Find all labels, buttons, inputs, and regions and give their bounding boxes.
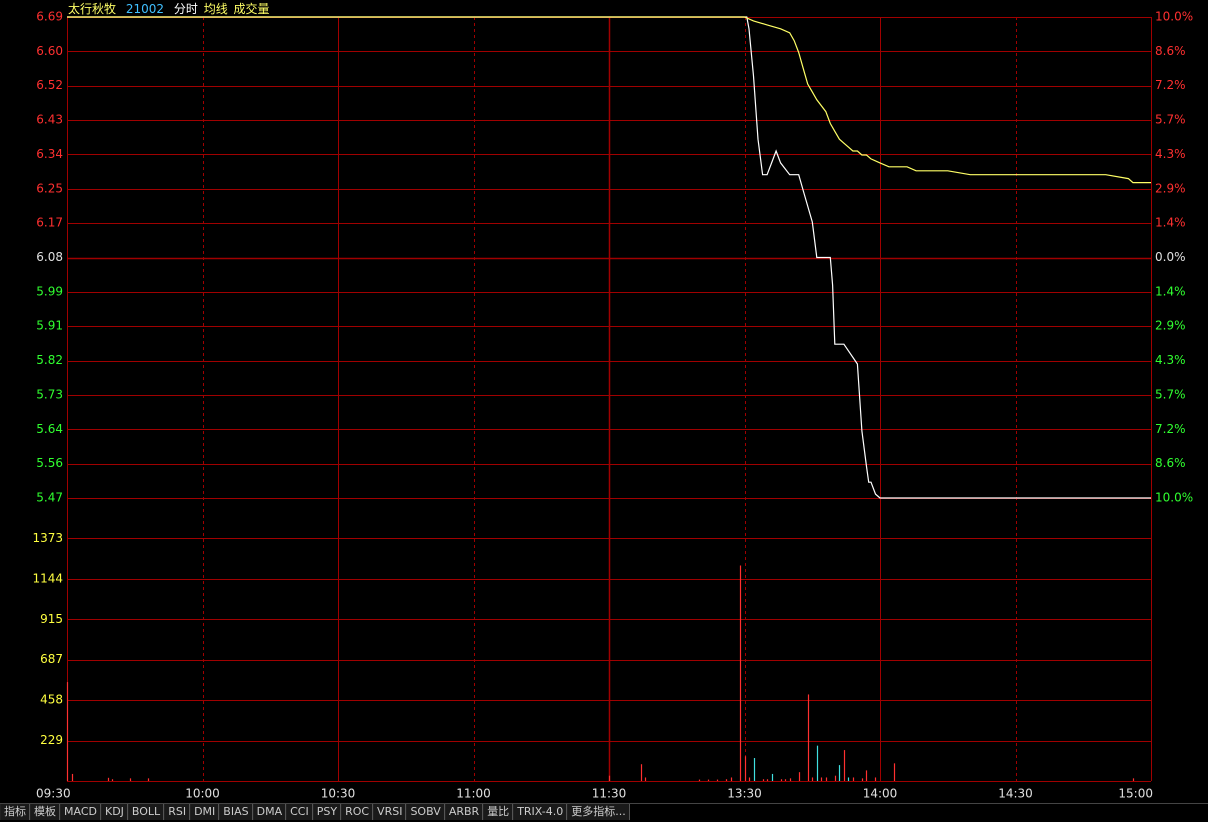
avg-label: 均线 [203, 2, 228, 16]
indicator-tab[interactable]: 量比 [483, 804, 514, 820]
percent-tick-label: 5.7% [1155, 387, 1186, 401]
price-tick-label: 5.47 [36, 491, 63, 505]
price-tick-label: 5.56 [36, 456, 63, 470]
indicator-tab[interactable]: BIAS [219, 804, 253, 820]
price-tick-label: 5.91 [36, 319, 63, 333]
indicator-tab[interactable]: CCI [286, 804, 313, 820]
indicator-tab[interactable]: RSI [164, 804, 191, 820]
percent-tick-label: 10.0% [1155, 10, 1193, 24]
intraday-chart[interactable]: 6.69 6.60 6.52 6.43 6.34 6.25 6.17 6.08 5.99 5.91… [0, 0, 1208, 805]
percent-tick-label: 8.6% [1155, 44, 1186, 58]
indicator-tab[interactable]: ROC [341, 804, 374, 820]
time-tick-label: 10:30 [321, 787, 356, 801]
time-tick-label: 10:00 [185, 787, 220, 801]
mode-label: 分时 [173, 2, 198, 16]
indicator-tab[interactable]: TRIX-4.0 [513, 804, 568, 820]
indicator-tab[interactable]: DMA [252, 804, 287, 820]
price-tick-label: 5.73 [36, 387, 63, 401]
price-tick-label: 6.08 [36, 250, 63, 264]
time-tick-label: 11:30 [592, 787, 627, 801]
price-tick-label: 6.34 [36, 147, 63, 161]
price-tick-label: 5.99 [36, 284, 63, 298]
indicator-tab[interactable]: PSY [312, 804, 342, 820]
indicator-tab[interactable]: ARBR [444, 804, 484, 820]
volume-tick-label: 1144 [32, 571, 63, 585]
indicator-tab[interactable]: BOLL [127, 804, 165, 820]
indicator-tab[interactable]: MACD [60, 804, 101, 820]
percent-tick-label: 2.9% [1155, 181, 1186, 195]
percent-tick-label: 4.3% [1155, 147, 1186, 161]
percent-tick-label: 2.9% [1155, 319, 1186, 333]
price-tick-label: 6.52 [36, 78, 63, 92]
time-tick-label: 09:30 [36, 787, 71, 801]
percent-tick-label: 5.7% [1155, 113, 1186, 127]
indicator-tab[interactable]: VRSI [373, 804, 407, 820]
stock-name: 太行秋牧 [68, 2, 117, 16]
percent-tick-label: 8.6% [1155, 456, 1186, 470]
percent-tick-label: 7.2% [1155, 422, 1186, 436]
volume-label: 成交量 [233, 2, 270, 16]
stock-code: 21002 [125, 2, 165, 16]
price-tick-label: 6.43 [36, 113, 63, 127]
volume-tick-label: 458 [40, 693, 63, 707]
price-tick-label: 6.69 [36, 10, 63, 24]
percent-tick-label: 0.0% [1155, 250, 1186, 264]
price-tick-label: 5.82 [36, 353, 63, 367]
time-tick-label: 11:00 [456, 787, 491, 801]
percent-tick-label: 1.4% [1155, 216, 1186, 230]
percent-tick-label: 7.2% [1155, 78, 1186, 92]
price-tick-label: 6.25 [36, 181, 63, 195]
time-tick-label: 15:00 [1118, 787, 1153, 801]
price-tick-label: 5.64 [36, 422, 63, 436]
indicator-tab[interactable]: KDJ [100, 804, 128, 820]
percent-tick-label: 4.3% [1155, 353, 1186, 367]
indicator-tab-bar: 指标 模板 MACD KDJ BOLL RSI DMI BIAS DMA CCI PSY ROC VRS… [0, 803, 1208, 822]
volume-tick-label: 915 [40, 612, 63, 626]
indicator-tab[interactable]: 模板 [30, 804, 60, 820]
indicator-tab[interactable]: 更多指标... [567, 804, 630, 820]
volume-tick-label: 687 [40, 652, 63, 666]
percent-tick-label: 10.0% [1155, 491, 1193, 505]
volume-tick-label: 229 [40, 733, 63, 747]
time-tick-label: 14:00 [863, 787, 898, 801]
indicator-tab[interactable]: DMI [190, 804, 220, 820]
chart-title-bar: 太行秋牧 21002 分时 均线 成交量 [68, 2, 276, 16]
price-tick-label: 6.60 [36, 44, 63, 58]
indicator-tab[interactable]: 指标 [0, 804, 30, 820]
percent-tick-label: 1.4% [1155, 284, 1186, 298]
volume-tick-label: 1373 [32, 531, 63, 545]
indicator-tab[interactable]: SOBV [406, 804, 445, 820]
time-tick-label: 14:30 [998, 787, 1033, 801]
price-tick-label: 6.17 [36, 216, 63, 230]
time-tick-label: 13:30 [727, 787, 762, 801]
